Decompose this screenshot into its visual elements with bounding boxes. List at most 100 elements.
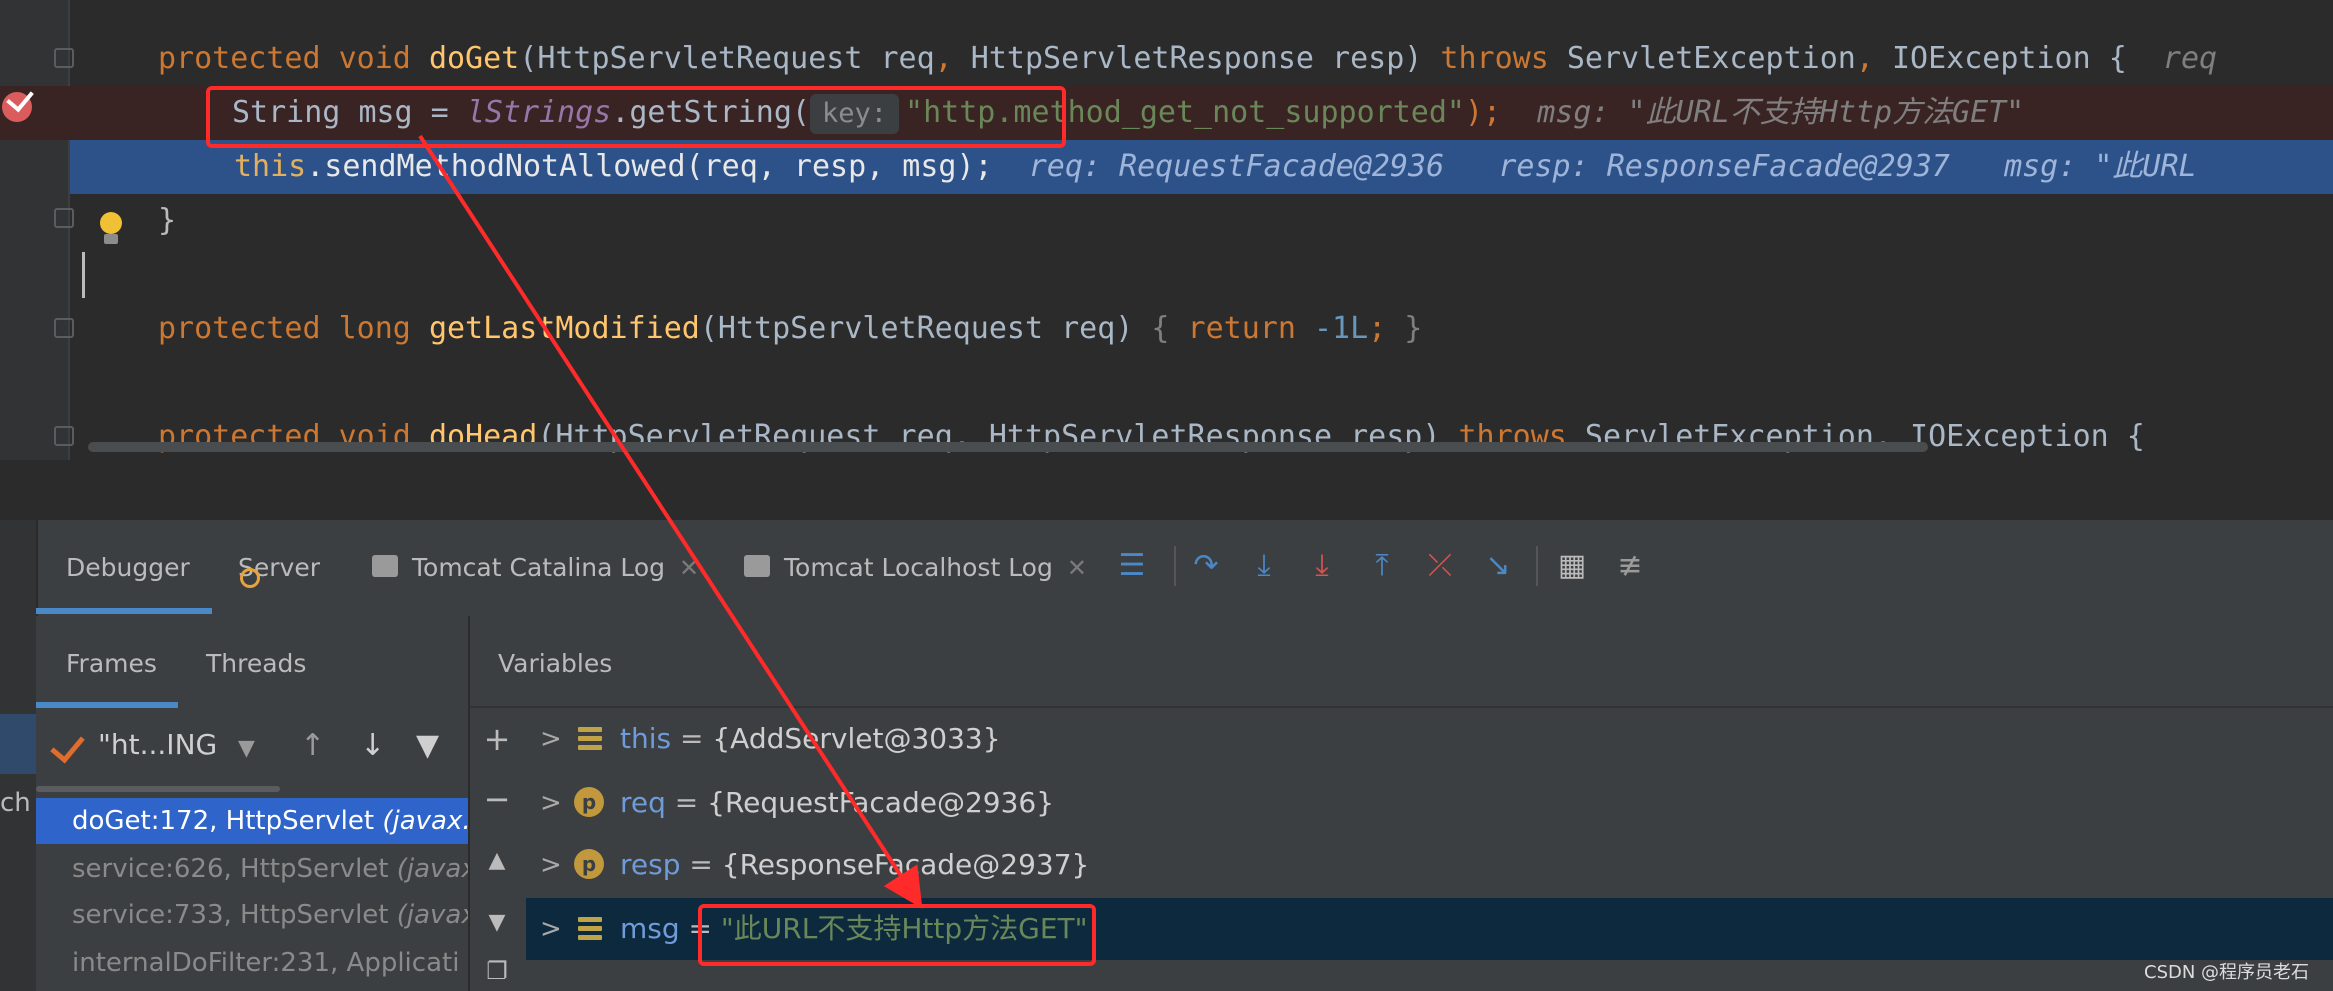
close-icon[interactable]: ✕ [679, 554, 699, 582]
frame-package: (javax.s [382, 806, 468, 836]
keyword-protected: protected [158, 311, 321, 346]
frame-row[interactable]: doGet:172, HttpServlet (javax.s [36, 798, 468, 844]
variable-name: resp [620, 848, 681, 881]
tab-tomcat-localhost-log[interactable]: Tomcat Localhost Log ✕ [744, 520, 1087, 616]
next-frame-icon[interactable]: ↓ [360, 728, 385, 763]
code-line-getlastmodified[interactable]: protected long getLastModified(HttpServl… [0, 302, 2333, 356]
expand-marker-icon[interactable] [54, 318, 74, 338]
field-icon [578, 917, 602, 941]
annotation-box-msg-value [698, 904, 1096, 966]
terminal-icon [372, 555, 398, 577]
step-into-icon[interactable]: ⤓ [1246, 548, 1282, 584]
evaluate-expression-icon[interactable]: ▦ [1554, 548, 1590, 584]
filter-icon[interactable]: ▼ [416, 728, 439, 763]
variable-row[interactable]: > p req = {RequestFacade@2936} [526, 772, 2333, 834]
tab-frames[interactable]: Frames [66, 624, 157, 704]
trace-stream-icon[interactable]: ≢ [1612, 548, 1648, 584]
variable-row[interactable]: > this = {AddServlet@3033} [526, 708, 2333, 770]
tab-debugger-underline [36, 608, 212, 614]
tab-tomcat-catalina-log[interactable]: Tomcat Catalina Log ✕ [372, 520, 699, 616]
frame-row[interactable]: service:626, HttpServlet (javax. [36, 846, 468, 892]
thread-selector-value[interactable]: "ht...ING [98, 728, 217, 761]
inline-debug-hint: req [2162, 41, 2218, 76]
fold-marker-icon[interactable] [54, 208, 74, 228]
annotation-box-source-line [206, 86, 1066, 148]
paren-open: ( [519, 41, 538, 76]
statement-end: ); [1464, 95, 1502, 130]
keyword-void: void [338, 41, 411, 76]
debug-side-strip-selected[interactable] [0, 714, 36, 774]
number-literal: -1L [1313, 311, 1369, 346]
force-step-into-icon[interactable]: ⤓ [1304, 548, 1340, 584]
frame-package: (javax. [396, 900, 468, 930]
variable-equals: = [671, 722, 713, 755]
step-over-icon[interactable]: ↷ [1188, 548, 1224, 584]
folded-brace: { [1133, 311, 1188, 346]
drop-frame-icon[interactable]: ⤫ [1422, 548, 1458, 584]
code-text: protected void doGet(HttpServletRequest … [158, 32, 2217, 86]
keyword-return: return [1187, 311, 1296, 346]
exception-type: IOException [1910, 419, 2109, 454]
frame-row[interactable]: internalDoFilter:231, Applicati [36, 940, 468, 986]
close-icon[interactable]: ✕ [1067, 554, 1087, 582]
step-out-icon[interactable]: ⤒ [1364, 548, 1400, 584]
previous-frame-icon[interactable]: ↑ [300, 728, 325, 763]
tab-debugger[interactable]: Debugger [66, 520, 190, 616]
code-line-close-brace[interactable]: } [0, 194, 2333, 248]
variable-value: {ResponseFacade@2937} [721, 848, 1090, 881]
lightbulb-base-icon [104, 234, 118, 244]
run-to-cursor-icon[interactable]: ↘ [1480, 548, 1516, 584]
add-watch-icon[interactable]: + [482, 723, 512, 755]
keyword-throws: throws [1440, 41, 1549, 76]
inline-debug-hint: msg: "此URL不支持Http方法GET" [1537, 95, 2025, 130]
comma: , [934, 41, 971, 76]
brace-open: { [2108, 419, 2145, 454]
horizontal-scrollbar[interactable] [88, 442, 1928, 452]
exception-type: IOException [1891, 41, 2091, 76]
parameter-icon: p [574, 849, 604, 879]
remove-watch-icon[interactable]: − [482, 783, 512, 815]
code-line-execution-point[interactable]: this.sendMethodNotAllowed(req, resp, msg… [70, 140, 2333, 194]
code-line-dohead-signature[interactable]: protected void doHead(HttpServletRequest… [0, 410, 2333, 464]
frame-package: (javax. [396, 854, 468, 884]
keyword-long: long [338, 311, 411, 346]
tab-label: Tomcat Catalina Log [412, 553, 666, 582]
show-execution-point-icon[interactable]: ☰ [1114, 548, 1150, 584]
variable-name: this [620, 722, 672, 755]
variable-name-group: req = {RequestFacade@2936} [620, 772, 1054, 834]
chevron-down-icon[interactable]: ▼ [238, 736, 255, 761]
variable-name: msg [620, 912, 680, 945]
brace-close: } [158, 203, 177, 238]
variable-row[interactable]: > p resp = {ResponseFacade@2937} [526, 834, 2333, 896]
param-type: HttpServletResponse [970, 41, 1314, 76]
frames-scrollbar[interactable] [36, 786, 280, 792]
field-icon [578, 727, 602, 751]
chevron-right-icon[interactable]: > [540, 898, 562, 960]
inline-debug-hint: resp: ResponseFacade@2937 [1498, 149, 1950, 184]
keyword-this: this [234, 149, 307, 184]
code-text: protected void doHead(HttpServletRequest… [158, 410, 2145, 464]
brace-open: { [2090, 41, 2127, 76]
fold-marker-icon[interactable] [54, 48, 74, 68]
comma: , [1855, 41, 1892, 76]
frame-method: doGet:172, HttpServlet [72, 806, 383, 836]
code-line-doget-signature[interactable]: protected void doGet(HttpServletRequest … [0, 32, 2333, 86]
param-type: HttpServletRequest [537, 41, 863, 76]
copy-icon[interactable]: ❐ [482, 956, 512, 986]
param-list: (HttpServletRequest req) [699, 311, 1134, 346]
exception-type: ServletException [1566, 41, 1856, 76]
move-up-icon[interactable]: ▲ [482, 846, 512, 876]
code-editor[interactable]: protected void doGet (HttpServletRequest … [0, 0, 2333, 460]
chevron-right-icon[interactable]: > [540, 834, 562, 896]
inline-debug-hint: req: RequestFacade@2936 [1028, 149, 1445, 184]
tab-threads[interactable]: Threads [206, 624, 306, 704]
variable-name: req [620, 786, 666, 819]
fold-marker-icon[interactable] [54, 426, 74, 446]
move-down-icon[interactable]: ▼ [482, 908, 512, 938]
chevron-right-icon[interactable]: > [540, 708, 562, 770]
lightbulb-icon[interactable] [100, 212, 122, 234]
chevron-right-icon[interactable]: > [540, 772, 562, 834]
code-text: protected long getLastModified(HttpServl… [158, 302, 1422, 356]
frame-row[interactable]: service:733, HttpServlet (javax. [36, 892, 468, 938]
frame-method: service:733, HttpServlet [72, 900, 397, 930]
